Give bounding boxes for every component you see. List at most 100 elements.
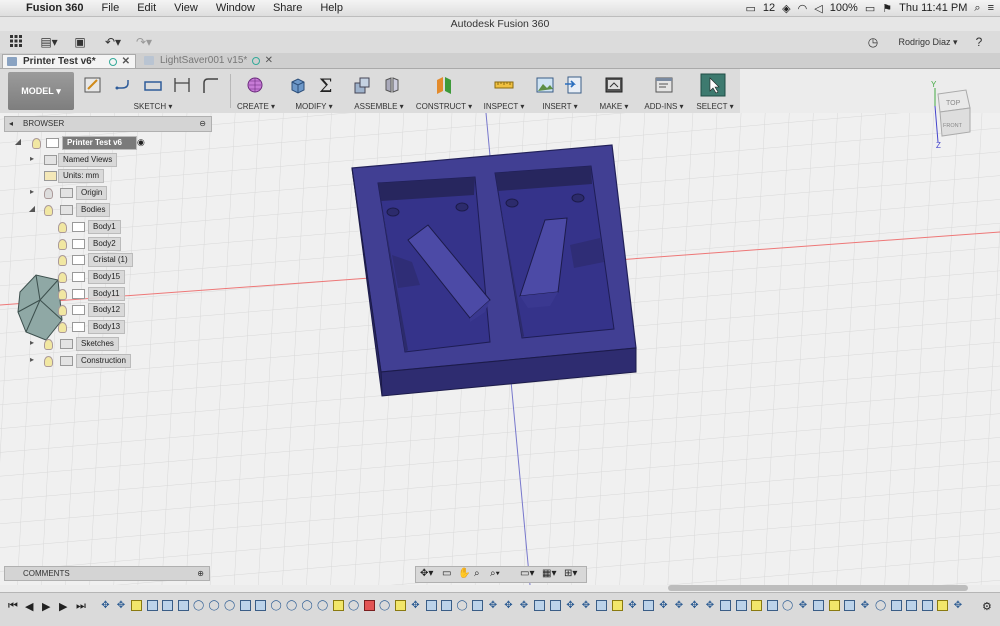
tree-body-item[interactable]: Cristal (1)	[88, 253, 133, 267]
extrude-feature-icon[interactable]	[890, 600, 902, 611]
menu-view[interactable]: View	[165, 2, 207, 14]
circle-feature-icon[interactable]: ◯	[348, 600, 359, 611]
circle-feature-icon[interactable]: ◯	[782, 600, 793, 611]
select-group[interactable]: SELECT ▾	[694, 70, 736, 112]
view-cube[interactable]: Y Z TOP FRONT	[918, 76, 988, 152]
pin-icon[interactable]: ⊖	[199, 117, 206, 131]
extrude-feature-icon[interactable]	[146, 600, 158, 611]
move-feature-icon[interactable]: ✥	[519, 600, 530, 611]
move-feature-icon[interactable]: ✥	[488, 600, 499, 611]
extrude-feature-icon[interactable]	[735, 600, 747, 611]
workspace-switcher[interactable]: MODEL ▾	[8, 72, 74, 110]
move-feature-icon[interactable]: ✥	[689, 600, 700, 611]
scripts-icon[interactable]	[654, 75, 674, 95]
visibility-icon[interactable]	[44, 356, 53, 367]
menu-share[interactable]: Share	[264, 2, 311, 14]
tree-units[interactable]: Units: mm	[58, 169, 104, 183]
timeline-settings-icon[interactable]: ⚙	[982, 600, 992, 613]
circle-feature-icon[interactable]: ◯	[193, 600, 204, 611]
extrude-feature-icon[interactable]	[549, 600, 561, 611]
circle-feature-icon[interactable]: ◯	[875, 600, 886, 611]
insert-image-icon[interactable]	[535, 75, 555, 95]
redo-icon[interactable]: ↷▾	[133, 34, 155, 50]
tree-body-item[interactable]: Body2	[88, 237, 121, 251]
joint-icon[interactable]	[382, 75, 402, 95]
move-feature-icon[interactable]: ✥	[116, 600, 127, 611]
line-icon[interactable]	[114, 75, 134, 95]
extrude-feature-icon[interactable]	[239, 600, 251, 611]
menu-file[interactable]: File	[92, 2, 128, 14]
flag-icon[interactable]: ⚑	[882, 2, 892, 15]
menu-edit[interactable]: Edit	[128, 2, 165, 14]
tree-body-item[interactable]: Body1	[88, 220, 121, 234]
browser-panel-header[interactable]: ◂ BROWSER ⊖	[4, 116, 212, 132]
visibility-icon[interactable]	[32, 138, 41, 149]
extrude-feature-icon[interactable]	[813, 600, 824, 611]
user-menu[interactable]: Rodrigo Diaz ▾	[897, 34, 959, 50]
visibility-icon[interactable]	[58, 239, 67, 250]
sketch-group[interactable]: SKETCH ▾	[80, 70, 226, 112]
expand-icon[interactable]: ◢	[28, 204, 36, 213]
visibility-icon[interactable]	[44, 205, 53, 216]
add-comment-icon[interactable]: ⊕	[197, 567, 204, 580]
grid-menu-icon[interactable]	[8, 34, 24, 50]
move-feature-icon[interactable]: ✥	[860, 600, 871, 611]
job-status-icon[interactable]: ◷	[866, 34, 880, 50]
tab-lightsaver[interactable]: LightSaver001 v15* ✕	[140, 54, 278, 68]
battery-icon[interactable]: ▭	[865, 2, 875, 15]
extrude-feature-icon[interactable]	[844, 600, 855, 611]
clock[interactable]: Thu 11:41 PM	[899, 2, 967, 14]
sketch-feature-icon[interactable]	[611, 600, 623, 611]
sigma-icon[interactable]: Σ	[316, 75, 336, 95]
sketch-feature-icon[interactable]	[394, 600, 406, 611]
dimension-icon[interactable]	[172, 75, 192, 95]
visibility-icon[interactable]	[44, 339, 53, 350]
make-group[interactable]: MAKE ▾	[596, 70, 632, 112]
insert-group[interactable]: INSERT ▾	[532, 70, 588, 112]
visibility-icon[interactable]	[58, 322, 67, 333]
dropbox-icon[interactable]: ◈	[782, 2, 790, 15]
expand-icon[interactable]: ▸	[28, 187, 36, 196]
circle-feature-icon[interactable]: ◯	[209, 600, 220, 611]
close-icon[interactable]: ✕	[265, 54, 273, 68]
extrude-feature-icon[interactable]	[162, 600, 173, 611]
extrude-feature-icon[interactable]	[255, 600, 266, 611]
visibility-icon[interactable]	[58, 255, 67, 266]
extrude-feature-icon[interactable]	[177, 600, 189, 611]
combine-feature-icon[interactable]	[363, 600, 375, 611]
inspect-group[interactable]: INSPECT ▾	[482, 70, 526, 112]
expand-icon[interactable]: ▸	[28, 355, 36, 364]
fit-icon[interactable]: ⌕▾	[490, 568, 500, 579]
insert-dxf-icon[interactable]	[564, 75, 584, 95]
construct-group[interactable]: CONSTRUCT ▾	[414, 70, 474, 112]
sketch-feature-icon[interactable]	[751, 600, 762, 611]
look-at-icon[interactable]: ▭	[442, 568, 451, 579]
extrude-feature-icon[interactable]	[766, 600, 778, 611]
tree-body-item[interactable]: Body11	[88, 287, 125, 301]
move-feature-icon[interactable]: ✥	[503, 600, 514, 611]
circle-feature-icon[interactable]: ◯	[457, 600, 468, 611]
sketch-feature-icon[interactable]	[332, 600, 344, 611]
extrude-feature-icon[interactable]	[921, 600, 933, 611]
circle-feature-icon[interactable]: ◯	[271, 600, 282, 611]
circle-feature-icon[interactable]: ◯	[379, 600, 390, 611]
tree-origin[interactable]: Origin	[76, 186, 108, 200]
press-pull-icon[interactable]	[288, 75, 308, 95]
visibility-icon[interactable]	[58, 222, 67, 233]
select-icon[interactable]	[700, 73, 726, 97]
visibility-icon[interactable]	[58, 272, 67, 283]
sketch-feature-icon[interactable]	[131, 600, 142, 611]
volume-icon[interactable]: ◁	[814, 2, 822, 15]
extrude-feature-icon[interactable]	[441, 600, 452, 611]
measure-icon[interactable]	[494, 75, 514, 95]
activate-radio-icon[interactable]: ◉	[137, 137, 145, 148]
extrude-feature-icon[interactable]	[906, 600, 917, 611]
tree-body-item[interactable]: Body15	[88, 270, 126, 284]
extrude-feature-icon[interactable]	[720, 600, 731, 611]
create-group[interactable]: CREATE ▾	[234, 70, 278, 112]
list-icon[interactable]: ≡	[988, 2, 994, 14]
viewports-icon[interactable]: ⊞▾	[564, 568, 577, 579]
pan-icon[interactable]: ✋	[458, 568, 470, 579]
view-cube-front[interactable]: FRONT	[943, 123, 963, 129]
battery-percent[interactable]: 100%	[830, 2, 858, 14]
